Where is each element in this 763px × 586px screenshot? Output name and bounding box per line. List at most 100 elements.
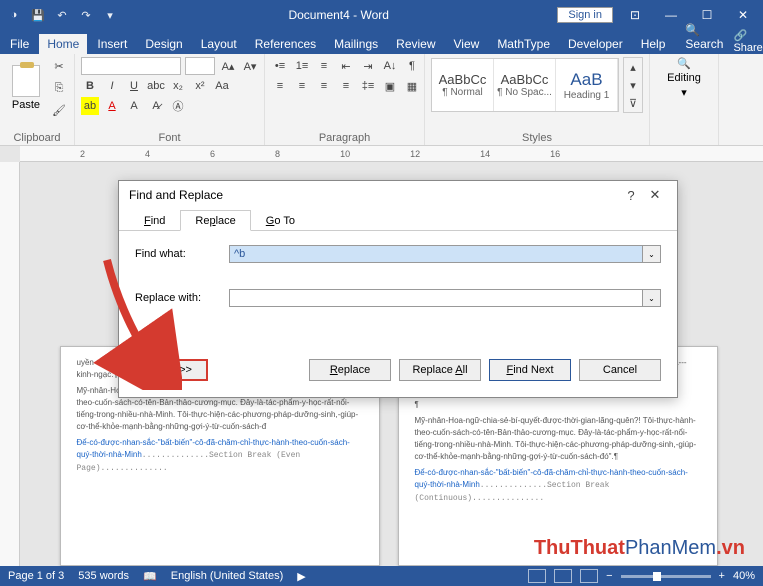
tab-file[interactable]: File <box>2 34 37 54</box>
font-name-input[interactable] <box>81 57 181 75</box>
replace-with-input[interactable] <box>229 289 643 307</box>
undo-icon[interactable]: ↶ <box>52 5 72 25</box>
replace-with-label: Replace with: <box>135 292 221 304</box>
zoom-out-icon[interactable]: − <box>606 570 612 582</box>
tab-references[interactable]: References <box>247 34 324 54</box>
line-spacing-icon[interactable]: ‡≡ <box>359 77 377 95</box>
show-marks-icon[interactable]: ¶ <box>403 57 421 75</box>
tab-mathtype[interactable]: MathType <box>489 34 558 54</box>
subscript-icon[interactable]: x₂ <box>169 77 187 95</box>
tab-view[interactable]: View <box>446 34 488 54</box>
dialog-tab-find[interactable]: FinFindd <box>129 210 180 231</box>
style-normal[interactable]: AaBbCc¶ Normal <box>432 59 494 111</box>
tab-mailings[interactable]: Mailings <box>326 34 386 54</box>
page-indicator[interactable]: Page 1 of 3 <box>8 570 64 582</box>
zoom-level[interactable]: 40% <box>733 570 755 582</box>
horizontal-ruler[interactable]: 246810121416 <box>20 146 763 162</box>
strikethrough-icon[interactable]: abc <box>147 77 165 95</box>
tab-insert[interactable]: Insert <box>89 34 135 54</box>
numbering-icon[interactable]: 1≡ <box>293 57 311 75</box>
save-icon[interactable]: 💾 <box>28 5 48 25</box>
grow-font-icon[interactable]: A▴ <box>219 57 237 75</box>
find-next-button[interactable]: Find Next <box>489 359 571 381</box>
editing-button[interactable]: 🔍 Editing ▾ <box>656 57 712 99</box>
tab-review[interactable]: Review <box>388 34 443 54</box>
macro-icon[interactable]: ▶ <box>297 570 305 583</box>
bullets-icon[interactable]: •≡ <box>271 57 289 75</box>
cancel-button[interactable]: Cancel <box>579 359 661 381</box>
clear-formatting-icon[interactable]: A̷ <box>147 97 165 115</box>
dialog-tab-goto[interactable]: Go To <box>251 210 310 231</box>
word-count[interactable]: 535 words <box>78 570 129 582</box>
spellcheck-icon[interactable]: 📖 <box>143 570 157 583</box>
justify-icon[interactable]: ≡ <box>337 77 355 95</box>
format-painter-icon[interactable]: 🖌 <box>50 101 68 119</box>
more-button[interactable]: More >> <box>135 359 208 381</box>
ribbon-display-icon[interactable]: ⊡ <box>619 8 651 22</box>
copy-icon[interactable]: ⎘ <box>50 79 68 97</box>
superscript-icon[interactable]: x² <box>191 77 209 95</box>
find-replace-dialog: Find and Replace ? ✕ FinFindd Replace Go… <box>118 180 678 398</box>
tab-layout[interactable]: Layout <box>193 34 245 54</box>
find-what-input[interactable] <box>229 245 643 263</box>
cut-icon[interactable]: ✂ <box>50 57 68 75</box>
qat-customize-icon[interactable]: ▾ <box>100 5 120 25</box>
sort-icon[interactable]: A↓ <box>381 57 399 75</box>
char-border-icon[interactable]: Ⓐ <box>169 97 187 115</box>
change-case-icon[interactable]: Aa <box>213 77 231 95</box>
dialog-tab-replace[interactable]: Replace <box>180 210 250 231</box>
align-left-icon[interactable]: ≡ <box>271 77 289 95</box>
shading-icon[interactable]: ▣ <box>381 77 399 95</box>
multilevel-icon[interactable]: ≡ <box>315 57 333 75</box>
find-what-label: Find what: <box>135 248 221 260</box>
increase-indent-icon[interactable]: ⇥ <box>359 57 377 75</box>
font-color-icon[interactable]: A <box>103 97 121 115</box>
text-effects-icon[interactable]: A <box>125 97 143 115</box>
styles-scroll-down-icon[interactable]: ▾ <box>624 76 642 94</box>
replace-button[interactable]: Replace <box>309 359 391 381</box>
align-right-icon[interactable]: ≡ <box>315 77 333 95</box>
italic-icon[interactable]: I <box>103 77 121 95</box>
print-layout-icon[interactable] <box>554 569 572 583</box>
bold-icon[interactable]: B <box>81 77 99 95</box>
read-mode-icon[interactable] <box>528 569 546 583</box>
align-center-icon[interactable]: ≡ <box>293 77 311 95</box>
dialog-close-icon[interactable]: ✕ <box>643 187 667 203</box>
ribbon: Paste ✂ ⎘ 🖌 Clipboard A▴ A▾ B I U abc <box>0 54 763 146</box>
vertical-ruler[interactable] <box>0 162 20 566</box>
autosave-icon[interactable]: ◑ <box>4 5 24 25</box>
underline-icon[interactable]: U <box>125 77 143 95</box>
tab-help[interactable]: Help <box>633 34 674 54</box>
group-editing: 🔍 Editing ▾ <box>650 54 719 145</box>
find-what-dropdown-icon[interactable]: ⌄ <box>643 245 661 263</box>
tab-design[interactable]: Design <box>137 34 190 54</box>
search-button[interactable]: 🔍 Search <box>677 20 731 54</box>
borders-icon[interactable]: ▦ <box>403 77 421 95</box>
replace-with-dropdown-icon[interactable]: ⌄ <box>643 289 661 307</box>
zoom-in-icon[interactable]: + <box>719 570 725 582</box>
redo-icon[interactable]: ↷ <box>76 5 96 25</box>
title-bar: ◑ 💾 ↶ ↷ ▾ Document4 - Word Sign in ⊡ — ☐… <box>0 0 763 30</box>
sign-in-button[interactable]: Sign in <box>557 7 613 23</box>
style-heading1[interactable]: AaBHeading 1 <box>556 59 618 111</box>
font-size-input[interactable] <box>185 57 215 75</box>
tab-developer[interactable]: Developer <box>560 34 631 54</box>
chevron-down-icon: ▾ <box>681 86 687 99</box>
close-icon[interactable]: ✕ <box>727 8 759 22</box>
shrink-font-icon[interactable]: A▾ <box>241 57 259 75</box>
share-button[interactable]: 🔗 Share <box>733 29 762 54</box>
replace-all-button[interactable]: Replace All <box>399 359 481 381</box>
highlight-icon[interactable]: ab <box>81 97 99 115</box>
paste-button[interactable]: Paste <box>6 65 46 111</box>
clipboard-group-label: Clipboard <box>6 130 68 144</box>
tab-home[interactable]: Home <box>39 34 87 54</box>
language-indicator[interactable]: English (United States) <box>171 570 284 582</box>
zoom-slider[interactable] <box>621 575 711 578</box>
style-no-spacing[interactable]: AaBbCc¶ No Spac... <box>494 59 556 111</box>
styles-expand-icon[interactable]: ⊽ <box>624 94 642 112</box>
styles-scroll-up-icon[interactable]: ▴ <box>624 58 642 76</box>
styles-gallery[interactable]: AaBbCc¶ Normal AaBbCc¶ No Spac... AaBHea… <box>431 58 619 112</box>
decrease-indent-icon[interactable]: ⇤ <box>337 57 355 75</box>
web-layout-icon[interactable] <box>580 569 598 583</box>
dialog-help-icon[interactable]: ? <box>619 188 643 203</box>
